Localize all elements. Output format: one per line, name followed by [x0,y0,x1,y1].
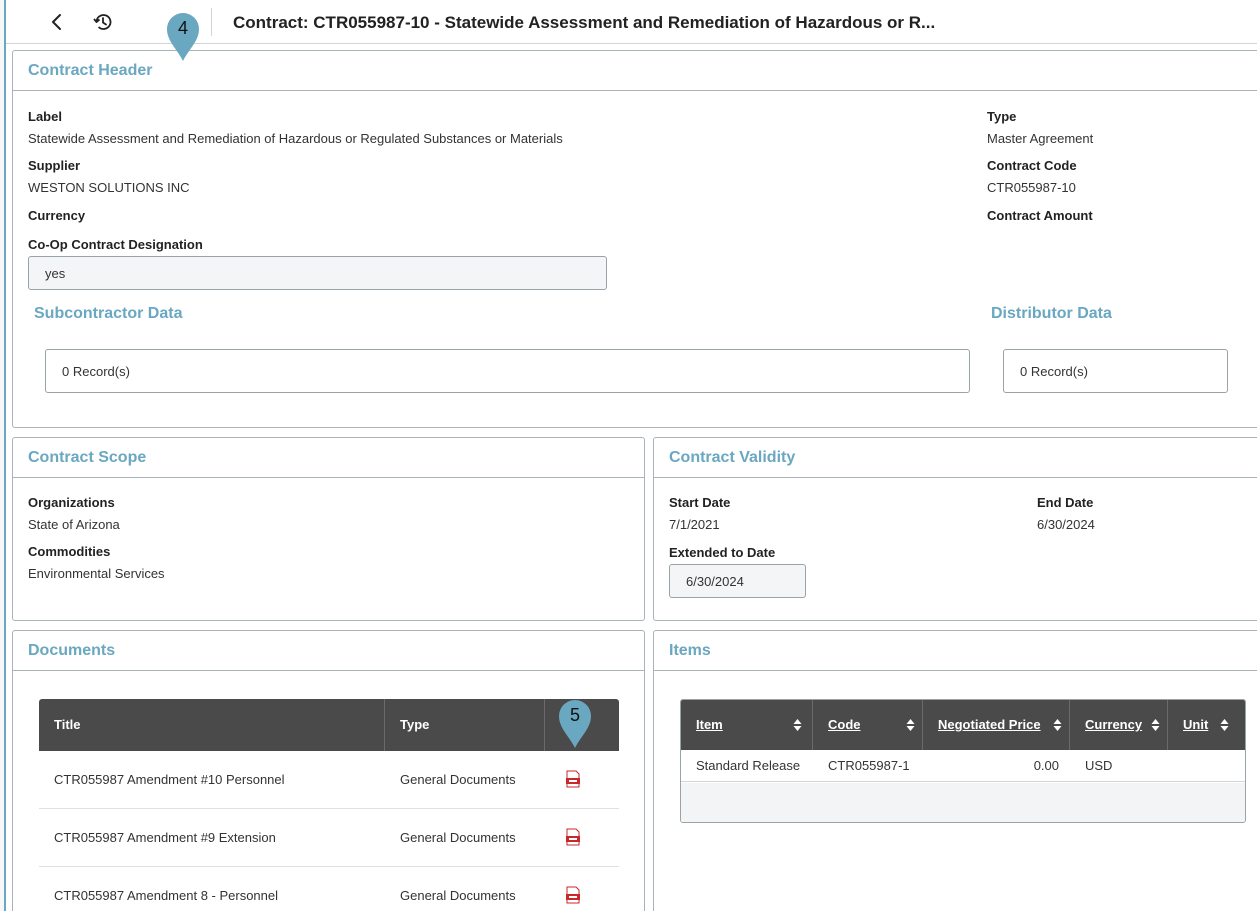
col-item[interactable]: Item [681,700,813,750]
col-item-label: Item [696,717,723,732]
history-icon [93,14,112,30]
item-name: Standard Release [696,758,801,773]
document-title[interactable]: CTR055987 Amendment 8 - Personnel [54,867,278,911]
end-date-label: End Date [1037,495,1094,510]
col-currency[interactable]: Currency [1070,700,1168,750]
end-date-value: 6/30/2024 [1037,517,1095,532]
documents-title: Documents [13,631,644,671]
supplier-value: WESTON SOLUTIONS INC [28,180,190,195]
commodities-label: Commodities [28,544,111,559]
document-type: General Documents [400,830,516,845]
coop-label: Co-Op Contract Designation [28,237,203,252]
contract-amount-label: Contract Amount [987,208,1093,223]
supplier-label: Supplier [28,158,81,173]
subcontractor-records: 0 Record(s) [62,363,130,379]
page-title: Contract: CTR055987-10 - Statewide Asses… [233,13,936,32]
app-frame: Contract: CTR055987-10 - Statewide Asses… [4,0,1257,911]
contract-scope-panel: Contract Scope Organizations State of Ar… [12,437,645,621]
document-title[interactable]: CTR055987 Amendment #10 Personnel [54,751,285,809]
contract-code-value: CTR055987-10 [987,180,1076,195]
sort-icon [793,719,802,731]
document-type: General Documents [400,888,516,903]
sort-icon [906,719,915,731]
coop-value: yes [45,265,66,281]
annotation-number: 5 [569,705,580,725]
label-value: Statewide Assessment and Remediation of … [28,131,563,146]
organizations-label: Organizations [28,495,115,510]
contract-validity-title: Contract Validity [654,438,1257,478]
col-title[interactable]: Title [39,699,385,751]
annotation-marker-4: 4 [165,11,201,63]
col-negotiated-price[interactable]: Negotiated Price [923,700,1070,750]
document-type: General Documents [400,772,516,787]
contract-header-panel: Contract Header Label Statewide Assessme… [12,50,1257,428]
commodities-value: Environmental Services [28,566,165,581]
items-title: Items [654,631,1257,671]
toolbar-divider [211,8,212,36]
items-table-footer [681,783,1245,822]
coop-field[interactable]: yes [28,256,607,290]
sort-icon [1220,719,1229,731]
sort-icon [1053,719,1062,731]
item-code: CTR055987-1 [828,758,910,773]
type-value: Master Agreement [987,131,1094,146]
contract-validity-panel: Contract Validity Start Date 7/1/2021 En… [653,437,1257,621]
item-currency: USD [1085,758,1113,773]
label-label: Label [28,109,62,124]
annotation-number: 4 [177,18,188,38]
col-unit-label: Unit [1183,717,1209,732]
start-date-value: 7/1/2021 [669,517,720,532]
chevron-left-icon [52,14,61,30]
pdf-icon[interactable] [565,828,581,846]
col-currency-label: Currency [1085,717,1143,732]
document-row[interactable]: CTR055987 Amendment #9 Extension General… [39,809,619,867]
col-type[interactable]: Type [385,699,545,751]
document-row[interactable]: CTR055987 Amendment 8 - Personnel Genera… [39,867,619,911]
distributor-grid[interactable]: 0 Record(s) [1003,349,1228,393]
contract-scope-title: Contract Scope [13,438,644,478]
extended-date-field[interactable]: 6/30/2024 [669,564,806,598]
col-code-label: Code [828,717,861,732]
subcontractor-grid[interactable]: 0 Record(s) [45,349,970,393]
documents-panel: Documents Title Type CTR055987 Amendment… [12,630,645,911]
pdf-icon[interactable] [565,770,581,788]
extended-date-label: Extended to Date [669,545,776,560]
sort-icon [1151,719,1160,731]
pdf-icon[interactable] [565,886,581,904]
documents-table: Title Type CTR055987 Amendment #10 Perso… [39,699,619,911]
document-row[interactable]: CTR055987 Amendment #10 Personnel Genera… [39,751,619,809]
extended-date-value: 6/30/2024 [686,573,744,589]
documents-table-header: Title Type [39,699,619,751]
document-title[interactable]: CTR055987 Amendment #9 Extension [54,809,276,867]
item-price: 0.00 [1033,758,1059,773]
table-row[interactable]: Standard Release CTR055987-1 0.00 USD [681,750,1245,782]
items-table: Item Code Negotiated Price Currency Unit [680,699,1246,823]
distributor-title: Distributor Data [991,305,1112,322]
organizations-value: State of Arizona [28,517,120,532]
col-unit[interactable]: Unit [1168,700,1245,750]
col-code[interactable]: Code [813,700,923,750]
items-panel: Items Item Code Negotiated Price Currenc… [653,630,1257,911]
currency-label: Currency [28,208,86,223]
subcontractor-title: Subcontractor Data [34,305,183,322]
col-negotiated-price-label: Negotiated Price [938,717,1041,732]
items-table-header: Item Code Negotiated Price Currency Unit [681,700,1245,750]
start-date-label: Start Date [669,495,731,510]
distributor-records: 0 Record(s) [1020,363,1088,379]
back-button[interactable] [44,9,70,35]
contract-code-label: Contract Code [987,158,1077,173]
type-label: Type [987,109,1017,124]
history-button[interactable] [90,9,116,35]
annotation-marker-5: 5 [557,698,593,750]
